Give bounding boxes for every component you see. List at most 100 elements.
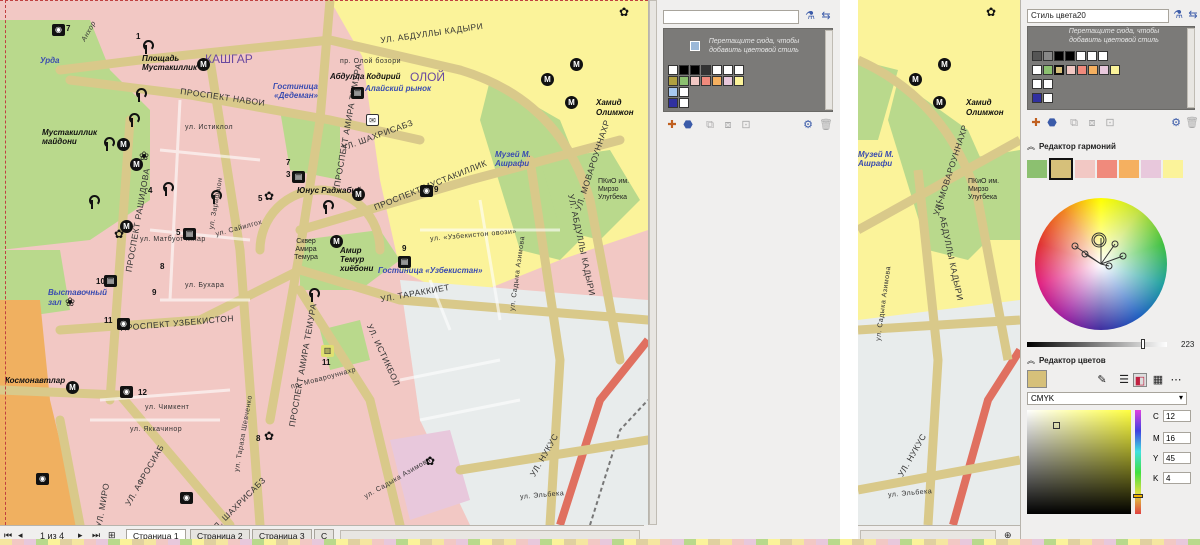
color-model-select[interactable]: CMYK ▾ (1027, 392, 1187, 405)
swatch[interactable] (690, 76, 700, 86)
swatch[interactable] (701, 65, 711, 75)
harmony-swatch[interactable] (1097, 160, 1117, 178)
swatch[interactable] (1066, 65, 1076, 75)
link-icon[interactable]: ⧉ (1067, 116, 1081, 130)
swatch[interactable] (1087, 51, 1097, 61)
swatch[interactable] (1088, 65, 1098, 75)
swatch[interactable] (701, 76, 711, 86)
hue-slider-handle[interactable] (1133, 494, 1143, 498)
harmony-swatch[interactable] (1163, 160, 1183, 178)
swatch[interactable] (1099, 65, 1109, 75)
swatch[interactable] (1054, 51, 1064, 61)
harmony-swatch[interactable] (1119, 160, 1139, 178)
sliders-icon[interactable]: ☰ (1117, 373, 1131, 387)
palette-swatch-grid[interactable] (1032, 51, 1182, 107)
color-picker-square[interactable] (1027, 410, 1131, 514)
delete-icon[interactable]: 🗑 (1185, 116, 1199, 130)
magenta-input[interactable]: 16 (1163, 432, 1191, 444)
style-options-icon[interactable]: ⇆ (819, 9, 833, 23)
swatch[interactable] (712, 76, 722, 86)
swatch[interactable] (668, 76, 678, 86)
color-styles-palette[interactable]: Перетащите сюда, чтобы добавить цветовой… (1027, 26, 1195, 110)
swatch[interactable] (723, 65, 733, 75)
style-name-input[interactable]: Стиль цвета20 (1027, 9, 1169, 23)
harmony-swatch[interactable] (1141, 160, 1161, 178)
swatch[interactable] (668, 87, 678, 97)
bottom-color-palette[interactable] (0, 539, 1200, 545)
swatch[interactable] (679, 98, 689, 108)
swatch[interactable] (1032, 79, 1042, 89)
swatch[interactable] (1032, 93, 1042, 103)
swatch[interactable] (734, 65, 744, 75)
brightness-slider[interactable] (1027, 342, 1167, 347)
swatch-selected[interactable] (1054, 65, 1064, 75)
swatch[interactable] (679, 76, 689, 86)
style-options-icon[interactable]: ⇆ (1186, 8, 1200, 22)
map-number: 9 (152, 288, 157, 297)
palette-scrollbar[interactable] (825, 30, 833, 110)
swatch[interactable] (1043, 65, 1053, 75)
swatch[interactable] (1043, 51, 1053, 61)
convert-icon[interactable]: ⚙ (1169, 116, 1183, 130)
convert-icon[interactable]: ⚙ (801, 118, 815, 132)
street-bukhara: ул. Бухара (185, 282, 225, 289)
harmony-swatch-selected[interactable] (1049, 158, 1073, 180)
swatch[interactable] (712, 65, 722, 75)
swatch[interactable] (1043, 93, 1053, 103)
hue-strip[interactable] (1133, 410, 1143, 514)
swatch[interactable] (1032, 51, 1042, 61)
map-canvas-left[interactable]: КАШГАР ОЛОЙ УЛ. АБДУЛЛЫ КАДЫРИ ПРОСПЕКТ … (0, 0, 648, 525)
color-styles-palette[interactable]: Перетащите сюда, чтобы добавить цветовой… (663, 28, 833, 112)
swatch[interactable] (668, 98, 678, 108)
palette-icon[interactable]: ▦ (1151, 373, 1165, 387)
map-number: 8 (256, 434, 261, 443)
collapse-color-editor-icon[interactable]: ︽ (1027, 355, 1035, 366)
swatch[interactable] (1077, 65, 1087, 75)
style-tools-icon[interactable]: ⚗ (1171, 8, 1185, 22)
link-icon[interactable]: ⧉ (703, 118, 717, 132)
swatch[interactable] (1043, 79, 1053, 89)
color-wheel[interactable] (1035, 198, 1167, 330)
fountain-icon (208, 190, 222, 204)
map-canvas-right[interactable]: Хамид Олимжон Музей М. Ашрафи ПКиО им. М… (858, 0, 1020, 525)
style-tools-icon[interactable]: ⚗ (803, 9, 817, 23)
black-input[interactable]: 4 (1163, 472, 1191, 484)
style-name-input[interactable] (663, 10, 799, 24)
swatch[interactable] (679, 87, 689, 97)
new-harmony-icon[interactable]: ⬣ (681, 118, 695, 132)
color-picker-marker[interactable] (1053, 422, 1060, 429)
palette-scrollbar[interactable] (1187, 28, 1195, 108)
eyedropper-icon[interactable]: ✎ (1095, 373, 1109, 387)
swatch[interactable] (1098, 51, 1108, 61)
swatch[interactable] (1110, 65, 1120, 75)
export-icon[interactable]: ⊡ (1103, 116, 1117, 130)
color-editor-title: Редактор цветов (1039, 356, 1106, 365)
export-icon[interactable]: ⊡ (739, 118, 753, 132)
vertical-scrollbar[interactable] (649, 0, 657, 525)
delete-icon[interactable]: 🗑 (819, 118, 833, 132)
more-options-icon[interactable]: ⋯ (1169, 373, 1183, 387)
cyan-input[interactable]: 12 (1163, 410, 1191, 422)
swatch[interactable] (734, 76, 744, 86)
harmony-swatch[interactable] (1027, 160, 1047, 178)
brightness-slider-handle[interactable] (1141, 339, 1145, 349)
swatch[interactable] (690, 65, 700, 75)
harmony-swatch-row[interactable] (1027, 158, 1195, 180)
palette-swatch-grid[interactable] (668, 65, 758, 109)
swatch[interactable] (1032, 65, 1042, 75)
new-style-icon[interactable]: ✚ (1029, 116, 1043, 130)
swatch[interactable] (668, 65, 678, 75)
swatch[interactable] (1065, 51, 1075, 61)
swatch[interactable] (723, 76, 733, 86)
new-style-icon[interactable]: ✚ (665, 118, 679, 132)
apply-icon[interactable]: ⧈ (721, 118, 735, 132)
swatch[interactable] (1076, 51, 1086, 61)
color-viewer-icon[interactable]: ◧ (1133, 373, 1147, 387)
apply-icon[interactable]: ⧈ (1085, 116, 1099, 130)
harmony-swatch[interactable] (1075, 160, 1095, 178)
yellow-input[interactable]: 45 (1163, 452, 1191, 464)
new-harmony-icon[interactable]: ⬣ (1045, 116, 1059, 130)
swatch[interactable] (679, 65, 689, 75)
collapse-harmony-icon[interactable]: ︽ (1027, 141, 1035, 152)
fountain-icon (306, 288, 320, 302)
